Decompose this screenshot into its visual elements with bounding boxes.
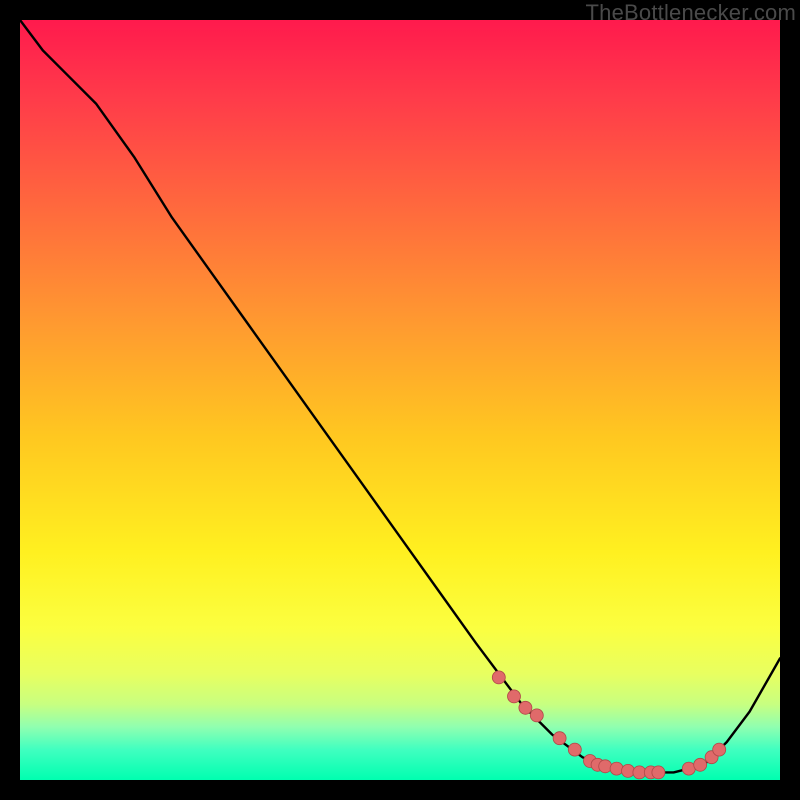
data-marker [694, 758, 707, 771]
data-marker [553, 732, 566, 745]
chart-frame: TheBottlenecker.com [0, 0, 800, 800]
data-marker [610, 762, 623, 775]
data-marker [652, 766, 665, 779]
data-marker [492, 671, 505, 684]
data-marker [622, 764, 635, 777]
data-marker [519, 701, 532, 714]
marker-group [492, 671, 725, 779]
data-marker [713, 743, 726, 756]
data-marker [508, 690, 521, 703]
data-marker [530, 709, 543, 722]
data-marker [568, 743, 581, 756]
data-marker [599, 760, 612, 773]
bottleneck-curve [20, 20, 780, 772]
chart-overlay [20, 20, 780, 780]
